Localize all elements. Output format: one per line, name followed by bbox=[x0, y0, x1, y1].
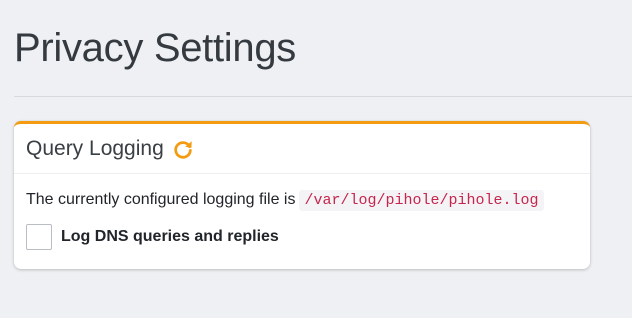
log-file-line: The currently configured logging file is… bbox=[26, 188, 578, 212]
page-title: Privacy Settings bbox=[14, 26, 296, 70]
card-title: Query Logging bbox=[26, 136, 164, 160]
log-file-text: The currently configured logging file is bbox=[26, 191, 296, 208]
card-header: Query Logging bbox=[14, 124, 590, 174]
log-file-path: /var/log/pihole/pihole.log bbox=[299, 189, 544, 211]
log-queries-checkbox[interactable] bbox=[26, 224, 52, 250]
query-logging-card: Query Logging The currently configured l… bbox=[14, 121, 590, 269]
page-header: Privacy Settings bbox=[14, 26, 296, 71]
refresh-icon[interactable] bbox=[172, 138, 194, 160]
header-divider bbox=[14, 96, 632, 97]
log-queries-label[interactable]: Log DNS queries and replies bbox=[61, 228, 279, 246]
card-body: The currently configured logging file is… bbox=[14, 174, 590, 250]
log-queries-row: Log DNS queries and replies bbox=[26, 224, 578, 250]
